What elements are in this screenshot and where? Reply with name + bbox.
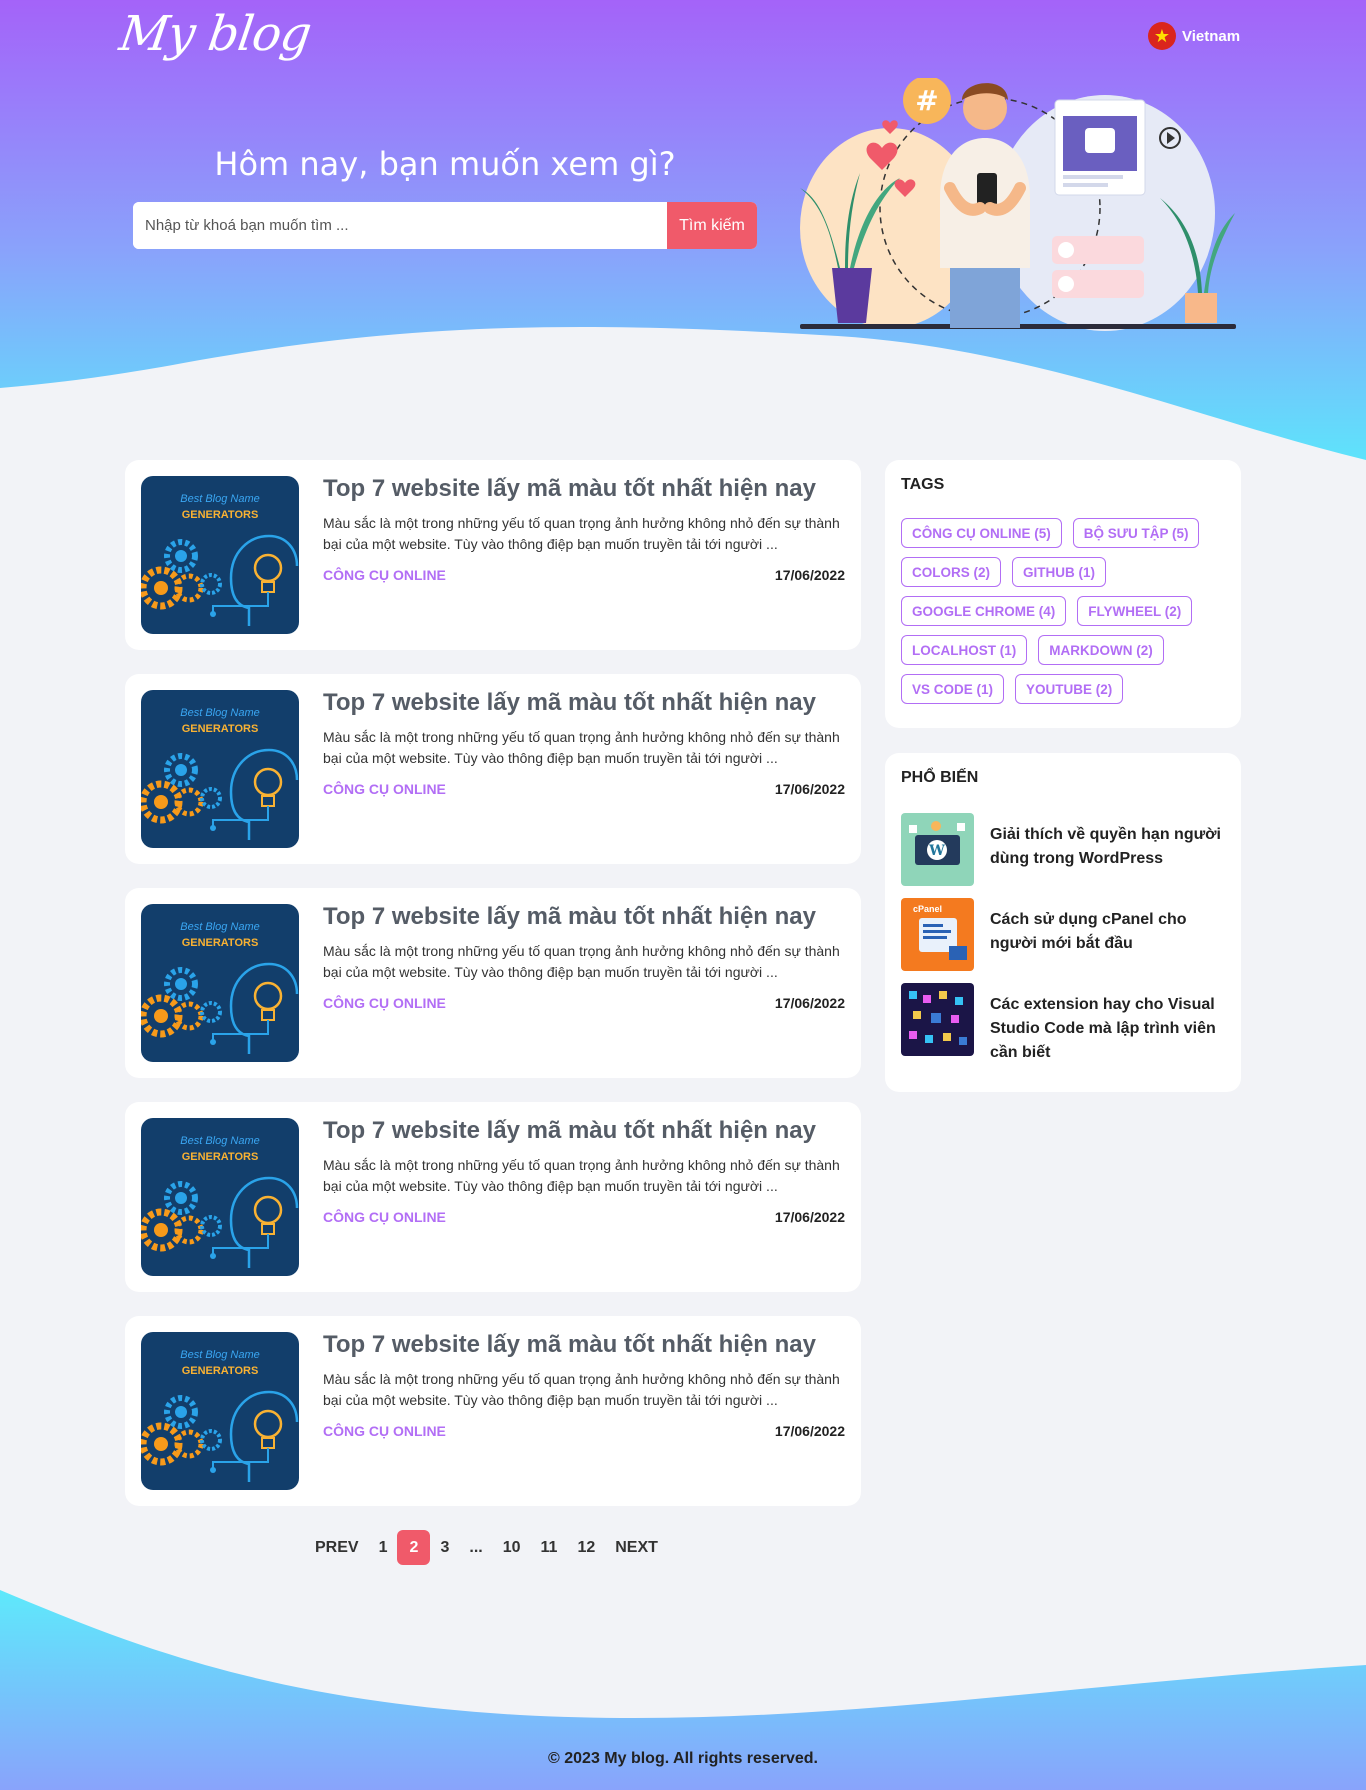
tags-widget-title: TAGS: [901, 476, 945, 493]
post-card[interactable]: Best Blog Name GENERATORS Top 7 website …: [125, 460, 861, 650]
search-input[interactable]: [133, 202, 667, 249]
tag-chip[interactable]: MARKDOWN (2): [1038, 635, 1164, 665]
post-excerpt: Màu sắc là một trong những yếu tố quan t…: [323, 515, 840, 552]
post-title[interactable]: Top 7 website lấy mã màu tốt nhất hiện n…: [323, 1331, 816, 1359]
post-excerpt: Màu sắc là một trong những yếu tố quan t…: [323, 1371, 840, 1408]
blog-generator-thumbnail-image: Best Blog Name GENERATORS: [141, 1118, 299, 1276]
thumbnail-text: Best Blog Name: [180, 921, 259, 933]
pagination-page[interactable]: 3: [430, 1530, 459, 1565]
thumbnail-text: Best Blog Name: [180, 707, 259, 719]
search-bar: Tìm kiếm: [133, 202, 757, 249]
popular-item-title[interactable]: Cách sử dụng cPanel cho người mới bắt đầ…: [990, 898, 1231, 971]
post-date: 17/06/2022: [774, 567, 845, 583]
post-card[interactable]: Best Blog Name GENERATORS Top 7 website …: [125, 888, 861, 1078]
tag-chip[interactable]: FLYWHEEL (2): [1077, 596, 1193, 626]
post-title[interactable]: Top 7 website lấy mã màu tốt nhất hiện n…: [323, 903, 816, 931]
pagination-page[interactable]: 1: [369, 1530, 398, 1565]
tag-chip[interactable]: BỘ SƯU TẬP (5): [1072, 518, 1200, 548]
post-list: Best Blog Name GENERATORS Top 7 website …: [125, 460, 861, 1530]
post-title[interactable]: Top 7 website lấy mã màu tốt nhất hiện n…: [323, 475, 816, 503]
pagination-page[interactable]: 2: [397, 1530, 431, 1565]
vscode-thumb-icon[interactable]: [901, 983, 974, 1056]
post-thumbnail[interactable]: Best Blog Name GENERATORS: [141, 476, 299, 634]
tag-list: CÔNG CỤ ONLINE (5) BỘ SƯU TẬP (5) COLORS (…: [901, 518, 1231, 704]
thumbnail-text: GENERATORS: [182, 509, 259, 521]
post-category[interactable]: CÔNG CỤ ONLINE: [323, 1423, 446, 1439]
site-logo[interactable]: My blog: [116, 6, 314, 62]
post-thumbnail[interactable]: Best Blog Name GENERATORS: [141, 904, 299, 1062]
tag-chip[interactable]: YOUTUBE (2): [1015, 674, 1124, 704]
post-title[interactable]: Top 7 website lấy mã màu tốt nhất hiện n…: [323, 1117, 816, 1145]
blog-generator-thumbnail-image: Best Blog Name GENERATORS: [141, 1332, 299, 1490]
post-card[interactable]: Best Blog Name GENERATORS Top 7 website …: [125, 1102, 861, 1292]
popular-item[interactable]: Các extension hay cho Visual Studio Code…: [901, 983, 1231, 1065]
post-thumbnail[interactable]: Best Blog Name GENERATORS: [141, 1332, 299, 1490]
vietnam-flag-icon: ★: [1148, 22, 1176, 50]
hero-header: My blog ★ Vietnam Hôm nay, bạn muốn xem …: [0, 0, 1366, 470]
tag-chip[interactable]: COLORS (2): [901, 557, 1002, 587]
post-card[interactable]: Best Blog Name GENERATORS Top 7 website …: [125, 1316, 861, 1506]
hero-title: Hôm nay, bạn muốn xem gì?: [214, 145, 676, 183]
thumbnail-text: GENERATORS: [182, 723, 259, 735]
blog-generator-thumbnail-image: Best Blog Name GENERATORS: [141, 476, 299, 634]
hero-illustration: #: [800, 78, 1236, 331]
pagination-next[interactable]: NEXT: [605, 1530, 668, 1565]
pagination-page[interactable]: 10: [493, 1530, 531, 1565]
post-date: 17/06/2022: [774, 1423, 845, 1439]
thumbnail-text: GENERATORS: [182, 937, 259, 949]
post-card[interactable]: Best Blog Name GENERATORS Top 7 website …: [125, 674, 861, 864]
post-excerpt: Màu sắc là một trong những yếu tố quan t…: [323, 1157, 840, 1194]
post-date: 17/06/2022: [774, 995, 845, 1011]
footer-copyright: © 2023 My blog. All rights reserved.: [548, 1750, 818, 1767]
cpanel-thumb-icon[interactable]: cPanel: [901, 898, 974, 971]
wordpress-thumb-icon[interactable]: W: [901, 813, 974, 886]
svg-text:cPanel: cPanel: [913, 904, 942, 914]
post-excerpt: Màu sắc là một trong những yếu tố quan t…: [323, 729, 840, 766]
popular-item[interactable]: W Giải thích về quyền hạn người dùng tro…: [901, 813, 1231, 886]
pagination-ellipsis: ...: [469, 1538, 483, 1556]
popular-widget: PHỔ BIẾN W Giải thích về quyền hạn người…: [885, 753, 1241, 1092]
post-category[interactable]: CÔNG CỤ ONLINE: [323, 995, 446, 1011]
popular-item-title[interactable]: Các extension hay cho Visual Studio Code…: [990, 983, 1231, 1065]
thumbnail-text: GENERATORS: [182, 1365, 259, 1377]
tag-chip[interactable]: GITHUB (1): [1012, 557, 1107, 587]
tag-chip[interactable]: VS CODE (1): [901, 674, 1005, 704]
tag-chip[interactable]: GOOGLE CHROME (4): [901, 596, 1067, 626]
post-date: 17/06/2022: [774, 781, 845, 797]
post-category[interactable]: CÔNG CỤ ONLINE: [323, 567, 446, 583]
popular-list: W Giải thích về quyền hạn người dùng tro…: [901, 813, 1231, 1077]
thumbnail-text: Best Blog Name: [180, 1135, 259, 1147]
post-category[interactable]: CÔNG CỤ ONLINE: [323, 1209, 446, 1225]
post-title[interactable]: Top 7 website lấy mã màu tốt nhất hiện n…: [323, 689, 816, 717]
post-thumbnail[interactable]: Best Blog Name GENERATORS: [141, 1118, 299, 1276]
popular-item[interactable]: cPanel Cách sử dụng cPanel cho người mới…: [901, 898, 1231, 971]
post-date: 17/06/2022: [774, 1209, 845, 1225]
post-thumbnail[interactable]: Best Blog Name GENERATORS: [141, 690, 299, 848]
thumbnail-text: Best Blog Name: [180, 493, 259, 505]
tag-chip[interactable]: LOCALHOST (1): [901, 635, 1028, 665]
search-button[interactable]: Tìm kiếm: [667, 202, 757, 249]
popular-item-title[interactable]: Giải thích về quyền hạn người dùng trong…: [990, 813, 1231, 886]
blog-generator-thumbnail-image: Best Blog Name GENERATORS: [141, 690, 299, 848]
thumbnail-text: Best Blog Name: [180, 1349, 259, 1361]
svg-text:W: W: [928, 843, 945, 859]
thumbnail-text: GENERATORS: [182, 1151, 259, 1163]
pagination-page[interactable]: 12: [567, 1530, 605, 1565]
pagination: PREV 1 2 3... 10 11 12 NEXT: [305, 1530, 668, 1565]
pagination-prev[interactable]: PREV: [305, 1530, 369, 1565]
language-selector[interactable]: ★ Vietnam: [1148, 22, 1240, 50]
post-excerpt: Màu sắc là một trong những yếu tố quan t…: [323, 943, 840, 980]
blog-generator-thumbnail-image: Best Blog Name GENERATORS: [141, 904, 299, 1062]
language-label: Vietnam: [1182, 27, 1241, 45]
tags-widget: TAGS CÔNG CỤ ONLINE (5) BỘ SƯU TẬP (5) COL…: [885, 460, 1241, 728]
svg-text:#: #: [915, 84, 938, 117]
tag-chip[interactable]: CÔNG CỤ ONLINE (5): [901, 518, 1062, 548]
post-category[interactable]: CÔNG CỤ ONLINE: [323, 781, 446, 797]
pagination-page[interactable]: 11: [531, 1530, 568, 1565]
popular-widget-title: PHỔ BIẾN: [901, 769, 979, 786]
